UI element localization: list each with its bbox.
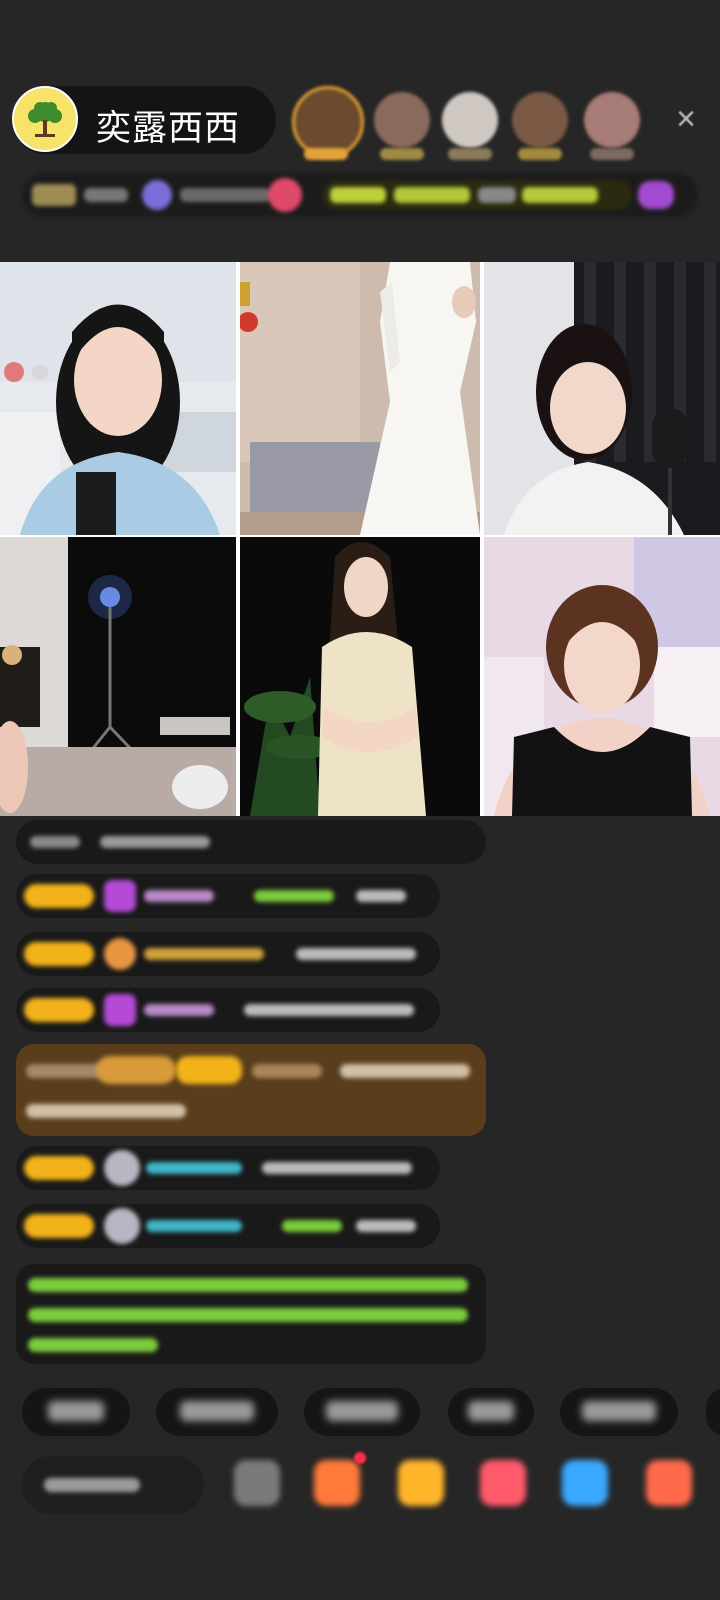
viewer-badge	[590, 148, 634, 160]
quick-chip[interactable]	[304, 1388, 420, 1436]
viewer-badge	[304, 148, 348, 160]
video-tile-5[interactable]	[240, 537, 480, 816]
live-stream-screen: { "host": { "name": "奕露西西", "avatar_icon…	[0, 0, 720, 1600]
viewer-badge	[380, 148, 424, 160]
share-icon[interactable]	[562, 1460, 608, 1506]
gift-icon[interactable]	[646, 1460, 692, 1506]
video-tile-6[interactable]	[484, 537, 720, 816]
chat-message[interactable]	[16, 1146, 440, 1190]
system-notice-message	[16, 1264, 486, 1364]
info-ticker-bar[interactable]	[22, 173, 698, 217]
viewer-avatar[interactable]	[512, 92, 568, 148]
video-tile-1[interactable]	[0, 262, 236, 535]
gift-box-icon[interactable]	[314, 1460, 360, 1506]
activity-icon[interactable]	[398, 1460, 444, 1506]
highlight-chat-message[interactable]	[16, 1044, 486, 1136]
viewer-avatar[interactable]	[442, 92, 498, 148]
host-avatar[interactable]	[12, 86, 78, 152]
host-name: 奕露西西	[96, 109, 241, 148]
quick-chip[interactable]	[22, 1388, 130, 1436]
video-tile-4[interactable]	[0, 537, 236, 816]
close-icon[interactable]: ×	[672, 102, 700, 136]
emoji-icon[interactable]	[234, 1460, 280, 1506]
chat-message[interactable]	[16, 988, 440, 1032]
video-tile-2[interactable]	[240, 262, 480, 535]
quick-chip[interactable]	[448, 1388, 534, 1436]
viewer-avatar[interactable]	[584, 92, 640, 148]
chat-message[interactable]	[16, 932, 440, 976]
viewer-avatar[interactable]	[374, 92, 430, 148]
game-icon[interactable]	[480, 1460, 526, 1506]
comment-input[interactable]	[22, 1456, 204, 1514]
notification-dot	[354, 1452, 366, 1464]
quick-chip[interactable]	[560, 1388, 678, 1436]
viewer-badge	[448, 148, 492, 160]
video-tile-3[interactable]	[484, 262, 720, 535]
tree-logo-icon	[21, 95, 69, 143]
chat-message[interactable]	[16, 820, 486, 864]
chat-message[interactable]	[16, 1204, 440, 1248]
quick-chip[interactable]	[706, 1388, 720, 1436]
chat-message[interactable]	[16, 874, 440, 918]
quick-chip[interactable]	[156, 1388, 278, 1436]
multi-guest-video-grid	[0, 262, 720, 816]
viewer-badge	[518, 148, 562, 160]
